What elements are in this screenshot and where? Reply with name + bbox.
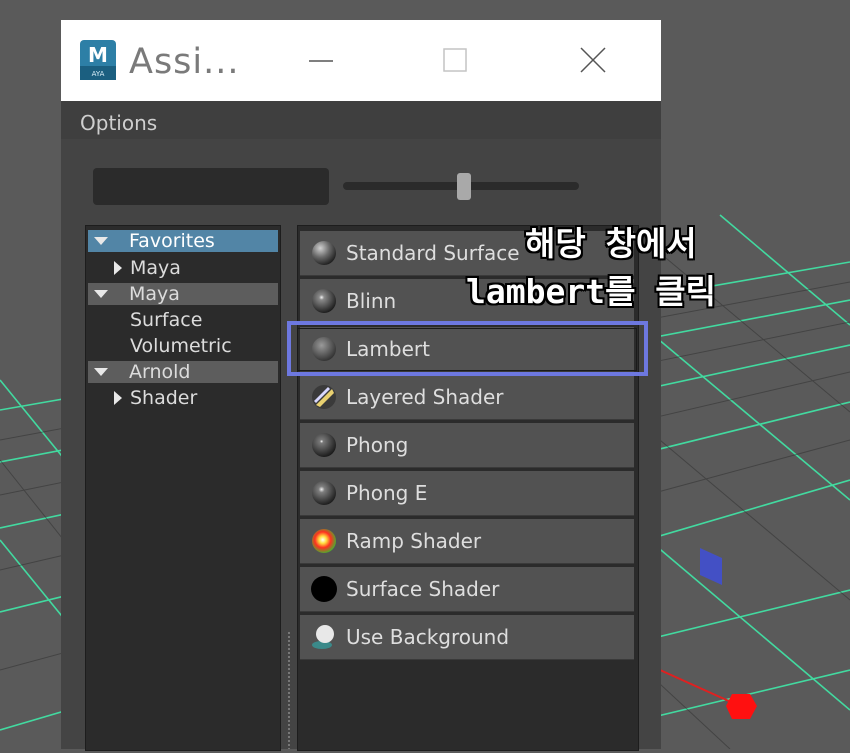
tree-item-label: Maya <box>130 257 181 279</box>
minimize-icon[interactable] <box>301 46 341 76</box>
list-item-label: Blinn <box>346 289 397 313</box>
tree-item-maya[interactable]: Maya <box>88 283 278 305</box>
tree-item-favorites[interactable]: Favorites <box>88 230 278 252</box>
expand-down-icon <box>94 290 108 298</box>
tree-item-label: Favorites <box>129 230 215 252</box>
maximize-icon[interactable] <box>434 46 474 76</box>
standard-surface-icon <box>312 241 336 265</box>
menu-bar: Options <box>61 101 661 139</box>
use-background-icon <box>312 625 334 649</box>
tree-item-label: Arnold <box>129 361 191 383</box>
surface-shader-icon <box>311 576 337 602</box>
list-item-phong[interactable]: Phong <box>300 423 634 468</box>
list-item-use-background[interactable]: Use Background <box>300 615 634 660</box>
layered-shader-icon <box>312 385 336 409</box>
expand-down-icon <box>94 368 108 376</box>
list-item-label: Ramp Shader <box>346 529 482 553</box>
annotation-line-2: lambert를 클릭 <box>466 272 717 311</box>
list-item-label: Standard Surface <box>346 241 520 265</box>
annotation-line-1: 해당 창에서 <box>525 224 697 263</box>
list-item-surface-shader[interactable]: Surface Shader <box>300 567 634 612</box>
title-bar[interactable]: M AYA Assi... <box>61 20 661 101</box>
svg-text:M: M <box>88 43 108 67</box>
highlight-box <box>287 321 648 376</box>
assign-material-window: M AYA Assi... Options Favorites Maya May… <box>61 20 661 751</box>
list-item-label: Phong <box>346 433 409 457</box>
tree-item-surface[interactable]: Surface <box>130 309 202 331</box>
tree-item-label: Maya <box>129 283 180 305</box>
maya-icon: M AYA <box>80 40 116 80</box>
expand-right-icon <box>114 391 122 405</box>
menu-options[interactable]: Options <box>80 111 157 135</box>
tree-item-shader[interactable]: Shader <box>86 387 276 409</box>
svg-text:AYA: AYA <box>92 70 105 78</box>
window-title: Assi... <box>129 42 240 82</box>
list-item-label: Layered Shader <box>346 385 504 409</box>
tree-item-volumetric[interactable]: Volumetric <box>130 335 232 357</box>
expand-right-icon <box>114 261 122 275</box>
tree-item-arnold[interactable]: Arnold <box>88 361 278 383</box>
list-item-phong-e[interactable]: Phong E <box>300 471 634 516</box>
slider-handle[interactable] <box>457 173 471 200</box>
tree-item-label: Shader <box>130 387 198 409</box>
expand-down-icon <box>94 237 108 245</box>
ramp-shader-icon <box>312 529 336 553</box>
splitter-handle[interactable] <box>288 632 290 749</box>
category-tree: Favorites Maya Maya Surface Volumetric A… <box>85 225 281 751</box>
tree-item-maya-favorites[interactable]: Maya <box>86 257 276 279</box>
filter-input[interactable] <box>93 168 329 205</box>
list-item-label: Surface Shader <box>346 577 500 601</box>
close-icon[interactable] <box>573 46 613 76</box>
list-item-layered-shader[interactable]: Layered Shader <box>300 375 634 420</box>
list-item-ramp-shader[interactable]: Ramp Shader <box>300 519 634 564</box>
list-item-label: Phong E <box>346 481 428 505</box>
blinn-icon <box>312 289 336 313</box>
phong-icon <box>312 433 336 457</box>
list-item-label: Use Background <box>346 625 510 649</box>
phong-e-icon <box>312 481 336 505</box>
